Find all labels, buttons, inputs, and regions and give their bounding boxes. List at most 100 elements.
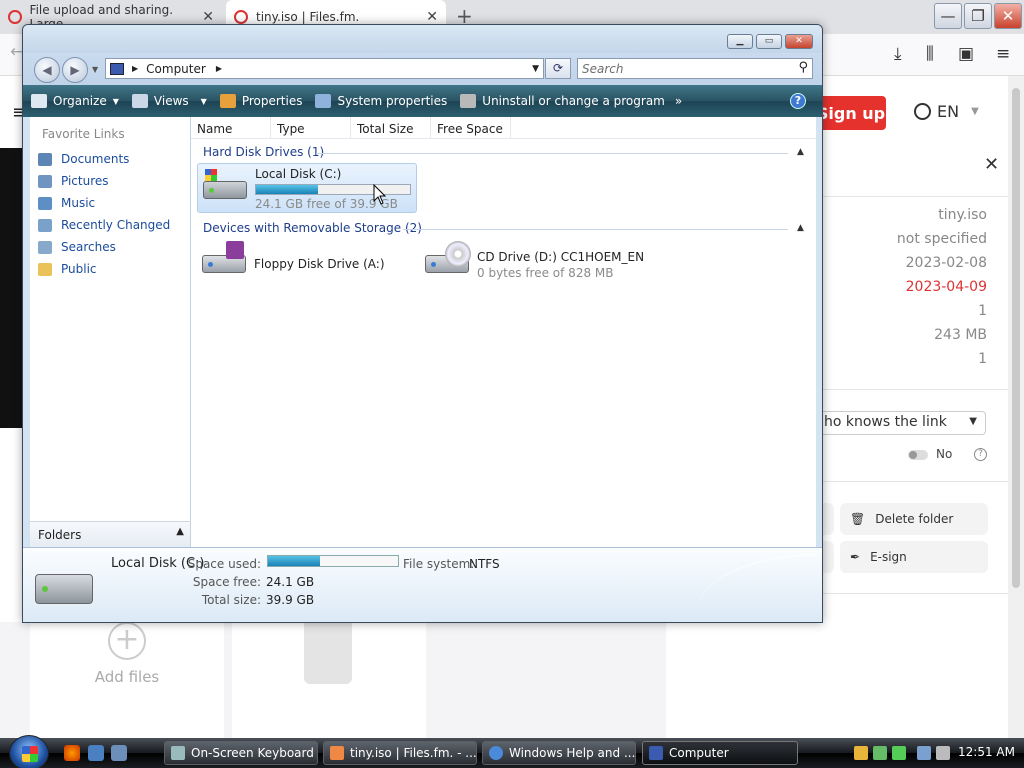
column-name[interactable]: Name xyxy=(191,117,271,139)
address-location[interactable]: Computer xyxy=(146,62,206,76)
favorite-links-heading: Favorite Links xyxy=(42,127,125,141)
files-fm-favicon-icon xyxy=(330,746,344,760)
access-select[interactable]: ho knows the link ▼ xyxy=(822,411,986,435)
recently-changed-icon xyxy=(38,218,52,232)
taskbar-firefox[interactable]: tiny.iso | Files.fm. - ... xyxy=(323,741,477,765)
breadcrumb-chevron-icon[interactable]: ▶ xyxy=(132,64,138,73)
folders-toggle[interactable]: Folders ▲ xyxy=(30,521,191,547)
uninstall-program-button[interactable]: Uninstall or change a program xyxy=(455,89,670,113)
favorite-recently-changed[interactable]: Recently Changed xyxy=(38,218,170,232)
properties-button[interactable]: Properties xyxy=(215,89,308,113)
add-files-card[interactable]: + Add files xyxy=(30,622,224,738)
system-properties-button[interactable]: System properties xyxy=(310,89,452,113)
scrollbar-thumb[interactable] xyxy=(1012,88,1020,588)
back-icon[interactable]: ◀ xyxy=(34,57,60,83)
switch-windows-icon[interactable] xyxy=(111,745,127,761)
taskbar-onscreen-keyboard[interactable]: On-Screen Keyboard xyxy=(164,741,318,765)
upload-date-value: 2023-02-08 xyxy=(905,255,987,271)
tray-app-icon[interactable] xyxy=(873,746,887,760)
favorite-searches[interactable]: Searches xyxy=(38,240,116,254)
pen-icon: ✒ xyxy=(850,550,861,564)
column-free-space[interactable]: Free Space xyxy=(431,117,511,139)
search-icon[interactable]: ⚲ xyxy=(798,60,808,75)
drive-name: Floppy Disk Drive (A:) xyxy=(254,257,385,271)
organize-button[interactable]: Organize ▼ xyxy=(26,89,124,113)
collapse-group-icon[interactable]: ▲ xyxy=(797,147,804,157)
network-icon[interactable] xyxy=(917,746,931,760)
floppy-drive-icon xyxy=(200,241,248,277)
favorite-public[interactable]: Public xyxy=(38,262,97,276)
explorer-title-bar[interactable]: ▁ ▭ ✕ xyxy=(23,25,822,53)
file-card[interactable] xyxy=(232,622,426,738)
signup-button[interactable]: Sign up xyxy=(816,96,886,130)
file-count-value: 1 xyxy=(978,303,987,319)
show-desktop-icon[interactable] xyxy=(88,745,104,761)
total-size-label: Total size: xyxy=(201,593,261,607)
close-tab-icon[interactable]: ✕ xyxy=(202,9,214,25)
taskbar-windows-help[interactable]: Windows Help and ... xyxy=(482,741,636,765)
recent-pages-dropdown-icon[interactable]: ▼ xyxy=(92,65,98,74)
more-commands-icon[interactable]: » xyxy=(675,94,682,108)
taskbar-computer[interactable]: Computer xyxy=(642,741,798,765)
views-button[interactable]: Views ▼ xyxy=(127,89,212,113)
library-icon[interactable]: ⫼ xyxy=(926,44,934,64)
sidebar-icon[interactable]: ▣ xyxy=(958,44,974,64)
maximize-icon[interactable]: ▭ xyxy=(756,34,782,49)
column-total-size[interactable]: Total Size xyxy=(351,117,431,139)
command-bar: Organize ▼ Views ▼ Properties System pro… xyxy=(23,85,822,117)
language-selector[interactable]: EN ▼ xyxy=(914,102,979,121)
minimize-icon[interactable]: ▁ xyxy=(727,34,753,49)
properties-label: Properties xyxy=(241,94,303,108)
clock[interactable]: 12:51 AM xyxy=(958,745,1015,759)
help-icon[interactable]: ? xyxy=(974,448,987,461)
chevron-down-icon: ▼ xyxy=(971,106,979,117)
action-button-edge[interactable] xyxy=(822,541,834,573)
esign-label: E-sign xyxy=(870,550,907,564)
esign-button[interactable]: ✒ E-sign xyxy=(840,541,988,573)
group-removable[interactable]: Devices with Removable Storage (2) xyxy=(203,221,422,235)
chevron-up-icon: ▲ xyxy=(176,526,184,537)
tray-app-icon[interactable] xyxy=(892,746,906,760)
forward-icon[interactable]: ▶ xyxy=(62,57,88,83)
windows-logo-icon xyxy=(22,746,38,762)
hard-disk-icon xyxy=(35,574,93,604)
column-type[interactable]: Type xyxy=(271,117,351,139)
programs-icon xyxy=(460,94,477,108)
close-window-icon[interactable]: ✕ xyxy=(994,3,1022,29)
close-panel-icon[interactable]: ✕ xyxy=(984,154,999,175)
address-dropdown-icon[interactable]: ▼ xyxy=(532,64,539,74)
action-button-edge[interactable] xyxy=(822,503,834,535)
taskbar: On-Screen Keyboard tiny.iso | Files.fm. … xyxy=(0,735,1024,768)
favorite-pictures[interactable]: Pictures xyxy=(38,174,109,188)
firefox-quicklaunch-icon[interactable] xyxy=(64,745,80,761)
page-scrollbar[interactable] xyxy=(1008,76,1024,738)
downloads-icon[interactable]: ⤓ xyxy=(894,44,902,64)
breadcrumb-chevron-icon[interactable]: ▶ xyxy=(216,64,222,73)
collapse-group-icon[interactable]: ▲ xyxy=(797,223,804,233)
refresh-icon[interactable]: ⟳ xyxy=(545,58,571,79)
minimize-icon[interactable]: — xyxy=(934,3,962,29)
search-input[interactable] xyxy=(578,59,778,78)
help-icon[interactable]: ? xyxy=(790,93,806,109)
drive-floppy-a[interactable]: Floppy Disk Drive (A:) xyxy=(200,241,410,287)
address-bar[interactable]: ▶ Computer ▶ ▼ xyxy=(105,58,544,79)
close-window-icon[interactable]: ✕ xyxy=(785,34,813,49)
music-icon xyxy=(38,196,52,210)
group-divider xyxy=(316,153,788,154)
file-size-value: 243 MB xyxy=(934,327,987,343)
delete-folder-button[interactable]: 🗑 Delete folder xyxy=(840,503,988,535)
close-tab-icon[interactable]: ✕ xyxy=(426,9,438,25)
start-button[interactable] xyxy=(9,735,49,768)
security-shield-icon[interactable] xyxy=(854,746,868,760)
restore-icon[interactable]: ❐ xyxy=(964,3,992,29)
search-box[interactable]: ⚲ xyxy=(577,58,813,79)
menu-icon[interactable]: ≡ xyxy=(996,44,1010,64)
add-files-label: Add files xyxy=(94,668,160,686)
favorite-documents[interactable]: Documents xyxy=(38,152,129,166)
drive-cd-d[interactable]: CD Drive (D:) CC1HOEM_EN 0 bytes free of… xyxy=(423,241,653,287)
group-hard-disks[interactable]: Hard Disk Drives (1) xyxy=(203,145,324,159)
favorite-music[interactable]: Music xyxy=(38,196,95,210)
drive-name: CD Drive (D:) CC1HOEM_EN xyxy=(477,250,645,264)
toggle-switch[interactable] xyxy=(908,450,928,460)
volume-muted-icon[interactable] xyxy=(936,746,950,760)
